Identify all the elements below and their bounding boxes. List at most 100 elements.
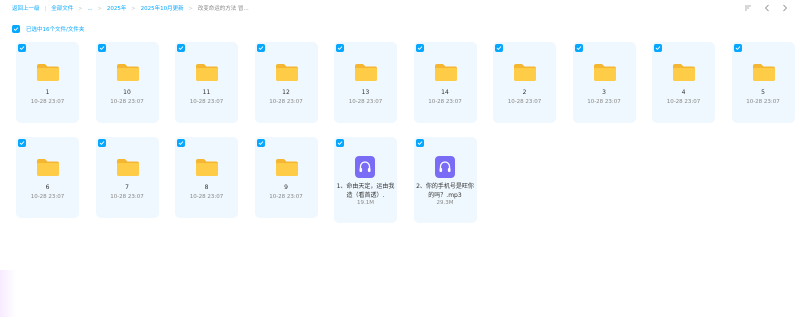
check-icon: [13, 27, 19, 32]
selection-count-label: 已选中16个文件/文件夹: [26, 27, 85, 33]
item-modified-time: 10-28 23:07: [110, 194, 144, 200]
select-all-row: 已选中16个文件/文件夹: [12, 25, 84, 33]
folder-icon: [36, 62, 60, 82]
item-name: 6: [45, 184, 50, 191]
back-link[interactable]: 返回上一级: [12, 4, 40, 14]
folder-icon: [434, 62, 458, 82]
item-modified-time: 10-28 23:07: [348, 99, 383, 105]
check-icon: [19, 46, 25, 51]
item-name: 2: [522, 89, 527, 96]
item-size: 19.1M: [357, 200, 374, 206]
chevron-right-icon[interactable]: [782, 4, 788, 15]
breadcrumb-separator: >: [188, 6, 193, 12]
item-modified-time: 10-28 23:07: [110, 99, 144, 105]
audio-file-icon: [434, 156, 455, 178]
item-checkbox[interactable]: [336, 139, 344, 147]
folder-icon: [195, 157, 219, 177]
check-icon: [496, 46, 502, 51]
breadcrumb-current: 改变命运的方法 冒...: [197, 6, 249, 12]
item-checkbox[interactable]: [495, 44, 503, 52]
check-icon: [258, 141, 263, 146]
check-icon: [178, 46, 184, 51]
item-modified-time: 10-28 23:07: [30, 99, 65, 105]
folder-card[interactable]: 5 10-28 23:07: [731, 42, 795, 123]
folder-card[interactable]: 3 10-28 23:07: [572, 42, 636, 123]
folder-card[interactable]: 11 10-28 23:07: [175, 42, 238, 123]
check-icon: [337, 46, 343, 51]
folder-card[interactable]: 13 10-28 23:07: [334, 42, 397, 123]
item-modified-time: 10-28 23:07: [189, 99, 224, 105]
item-modified-time: 10-28 23:07: [189, 194, 224, 200]
folder-card[interactable]: 4 10-28 23:07: [652, 42, 715, 123]
folder-card[interactable]: 6 10-28 23:07: [16, 137, 79, 218]
item-checkbox[interactable]: [97, 139, 106, 147]
item-modified-time: 10-28 23:07: [269, 99, 303, 105]
item-checkbox[interactable]: [97, 44, 106, 52]
item-checkbox[interactable]: [336, 44, 344, 52]
folder-card[interactable]: 7 10-28 23:07: [95, 137, 159, 218]
folder-icon: [116, 157, 140, 177]
breadcrumb-all-files[interactable]: 全部文件: [51, 4, 73, 14]
chevron-left-icon[interactable]: [764, 4, 770, 15]
item-modified-time: 10-28 23:07: [507, 99, 542, 105]
file-card[interactable]: 1、命由天定，运由我造（看首透）. 19.1M: [334, 137, 397, 223]
folder-card[interactable]: 1 10-28 23:07: [16, 42, 79, 123]
breadcrumb-separator: >: [97, 6, 102, 12]
item-name: 1: [45, 89, 50, 96]
check-icon: [258, 46, 263, 51]
folder-card[interactable]: 14 10-28 23:07: [413, 42, 477, 123]
item-checkbox[interactable]: [415, 44, 424, 52]
breadcrumb-bar: 返回上一级 | 全部文件 > ... > 2025年 > 2025年10月更新 …: [12, 4, 788, 18]
item-checkbox[interactable]: [733, 44, 742, 52]
item-name: 2、你的手机号是旺你的吗？.mp3: [416, 183, 474, 199]
check-icon: [178, 141, 184, 146]
folder-icon: [752, 62, 776, 82]
breadcrumb-separator: |: [44, 6, 47, 12]
item-checkbox[interactable]: [177, 44, 185, 52]
sort-icon[interactable]: [744, 4, 752, 15]
folder-card[interactable]: 2 10-28 23:07: [493, 42, 556, 123]
item-checkbox[interactable]: [654, 44, 662, 52]
item-checkbox[interactable]: [18, 44, 26, 52]
item-name: 4: [681, 89, 686, 96]
folder-card[interactable]: 9 10-28 23:07: [254, 137, 318, 218]
folder-icon: [354, 62, 378, 82]
item-name: 8: [204, 184, 209, 191]
item-name: 14: [441, 89, 449, 96]
file-card[interactable]: 2、你的手机号是旺你的吗？.mp3 29.3M: [413, 137, 477, 223]
item-name: 10: [123, 89, 131, 96]
item-checkbox[interactable]: [256, 139, 265, 147]
item-name: 5: [761, 89, 765, 96]
item-checkbox[interactable]: [18, 139, 26, 147]
check-icon: [417, 46, 422, 51]
breadcrumb-2025[interactable]: 2025年: [107, 4, 127, 14]
folder-card[interactable]: 12 10-28 23:07: [254, 42, 318, 123]
item-checkbox[interactable]: [177, 139, 185, 147]
edge-decoration: [0, 270, 16, 317]
item-name: 7: [125, 184, 129, 191]
item-modified-time: 10-28 23:07: [269, 194, 303, 200]
audio-file-icon: [355, 156, 375, 178]
item-checkbox[interactable]: [256, 44, 265, 52]
check-icon: [576, 46, 581, 51]
item-modified-time: 10-28 23:07: [428, 99, 462, 105]
folder-icon: [275, 157, 299, 177]
item-name: 12: [282, 89, 290, 96]
breadcrumb-month[interactable]: 2025年10月更新: [141, 4, 184, 14]
folder-icon: [36, 157, 60, 177]
folder-card[interactable]: 8 10-28 23:07: [175, 137, 238, 218]
select-all-checkbox[interactable]: [12, 25, 20, 33]
breadcrumb-ellipsis[interactable]: ...: [87, 4, 92, 14]
item-modified-time: 10-28 23:07: [30, 194, 65, 200]
breadcrumb: 返回上一级 | 全部文件 > ... > 2025年 > 2025年10月更新 …: [12, 4, 249, 14]
item-checkbox[interactable]: [574, 44, 583, 52]
folder-icon: [513, 62, 537, 82]
item-name: 1、命由天定，运由我造（看首透）.: [336, 183, 395, 199]
check-icon: [99, 141, 104, 146]
folder-card[interactable]: 10 10-28 23:07: [95, 42, 159, 123]
item-checkbox[interactable]: [415, 139, 424, 147]
item-name: 13: [361, 89, 370, 96]
item-name: 3: [602, 89, 606, 96]
view-tools: [744, 4, 788, 15]
folder-icon: [275, 62, 299, 82]
